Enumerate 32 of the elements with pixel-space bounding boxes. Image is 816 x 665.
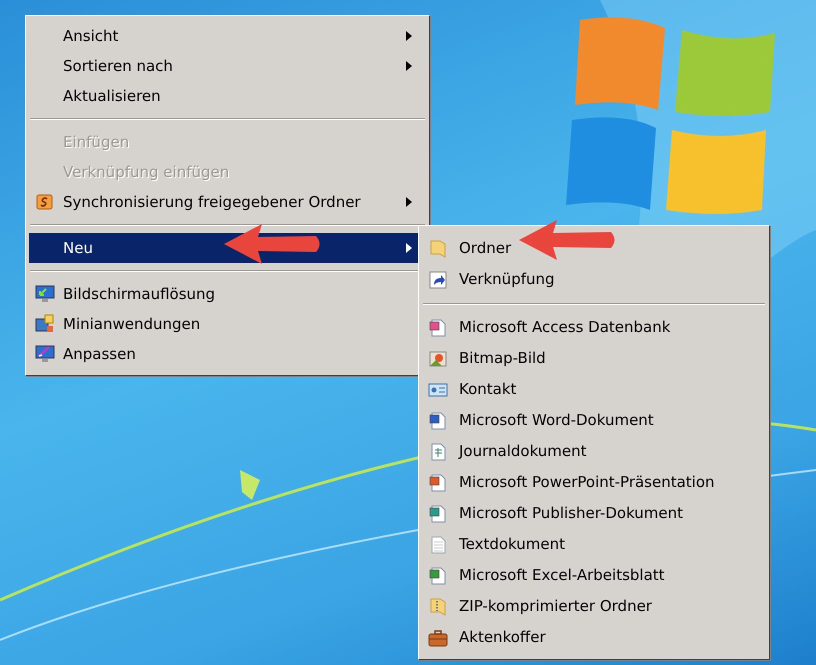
menu-item[interactable]: Sortieren nach xyxy=(29,51,426,81)
menu-item[interactable]: Synchronisierung freigegebener Ordner xyxy=(29,187,426,217)
zip-folder-icon xyxy=(428,596,448,616)
monitor-icon xyxy=(35,284,55,304)
menu-item[interactable]: Aktenkoffer xyxy=(422,622,766,653)
submenu-arrow-icon xyxy=(406,243,412,253)
menu-item[interactable]: Microsoft Excel-Arbeitsblatt xyxy=(422,560,766,591)
monitor-icon xyxy=(35,344,55,364)
document-icon xyxy=(428,410,448,430)
document-icon xyxy=(428,318,448,338)
image-icon xyxy=(428,348,448,368)
sync-icon xyxy=(35,192,55,212)
submenu-arrow-icon xyxy=(406,31,412,41)
menu-item[interactable]: Ansicht xyxy=(29,21,426,51)
menu-item[interactable]: Kontakt xyxy=(422,374,766,405)
menu-item[interactable]: Microsoft Publisher-Dokument xyxy=(422,498,766,529)
leaf-drawing xyxy=(240,470,260,500)
submenu-arrow-icon xyxy=(406,197,412,207)
document-icon xyxy=(428,504,448,524)
shortcut-icon xyxy=(428,270,448,290)
briefcase-icon xyxy=(428,628,448,648)
gadget-icon xyxy=(35,314,55,334)
menu-item[interactable]: Microsoft PowerPoint-Präsentation xyxy=(422,467,766,498)
submenu-arrow-icon xyxy=(406,61,412,71)
document-icon xyxy=(428,566,448,586)
document-icon xyxy=(428,472,448,492)
menu-item[interactable]: Aktualisieren xyxy=(29,81,426,111)
menu-item[interactable]: Microsoft Word-Dokument xyxy=(422,405,766,436)
menu-item[interactable]: Journaldokument xyxy=(422,436,766,467)
menu-item[interactable]: ZIP-komprimierter Ordner xyxy=(422,591,766,622)
folder-icon xyxy=(428,238,448,258)
menu-item[interactable]: Textdokument xyxy=(422,529,766,560)
